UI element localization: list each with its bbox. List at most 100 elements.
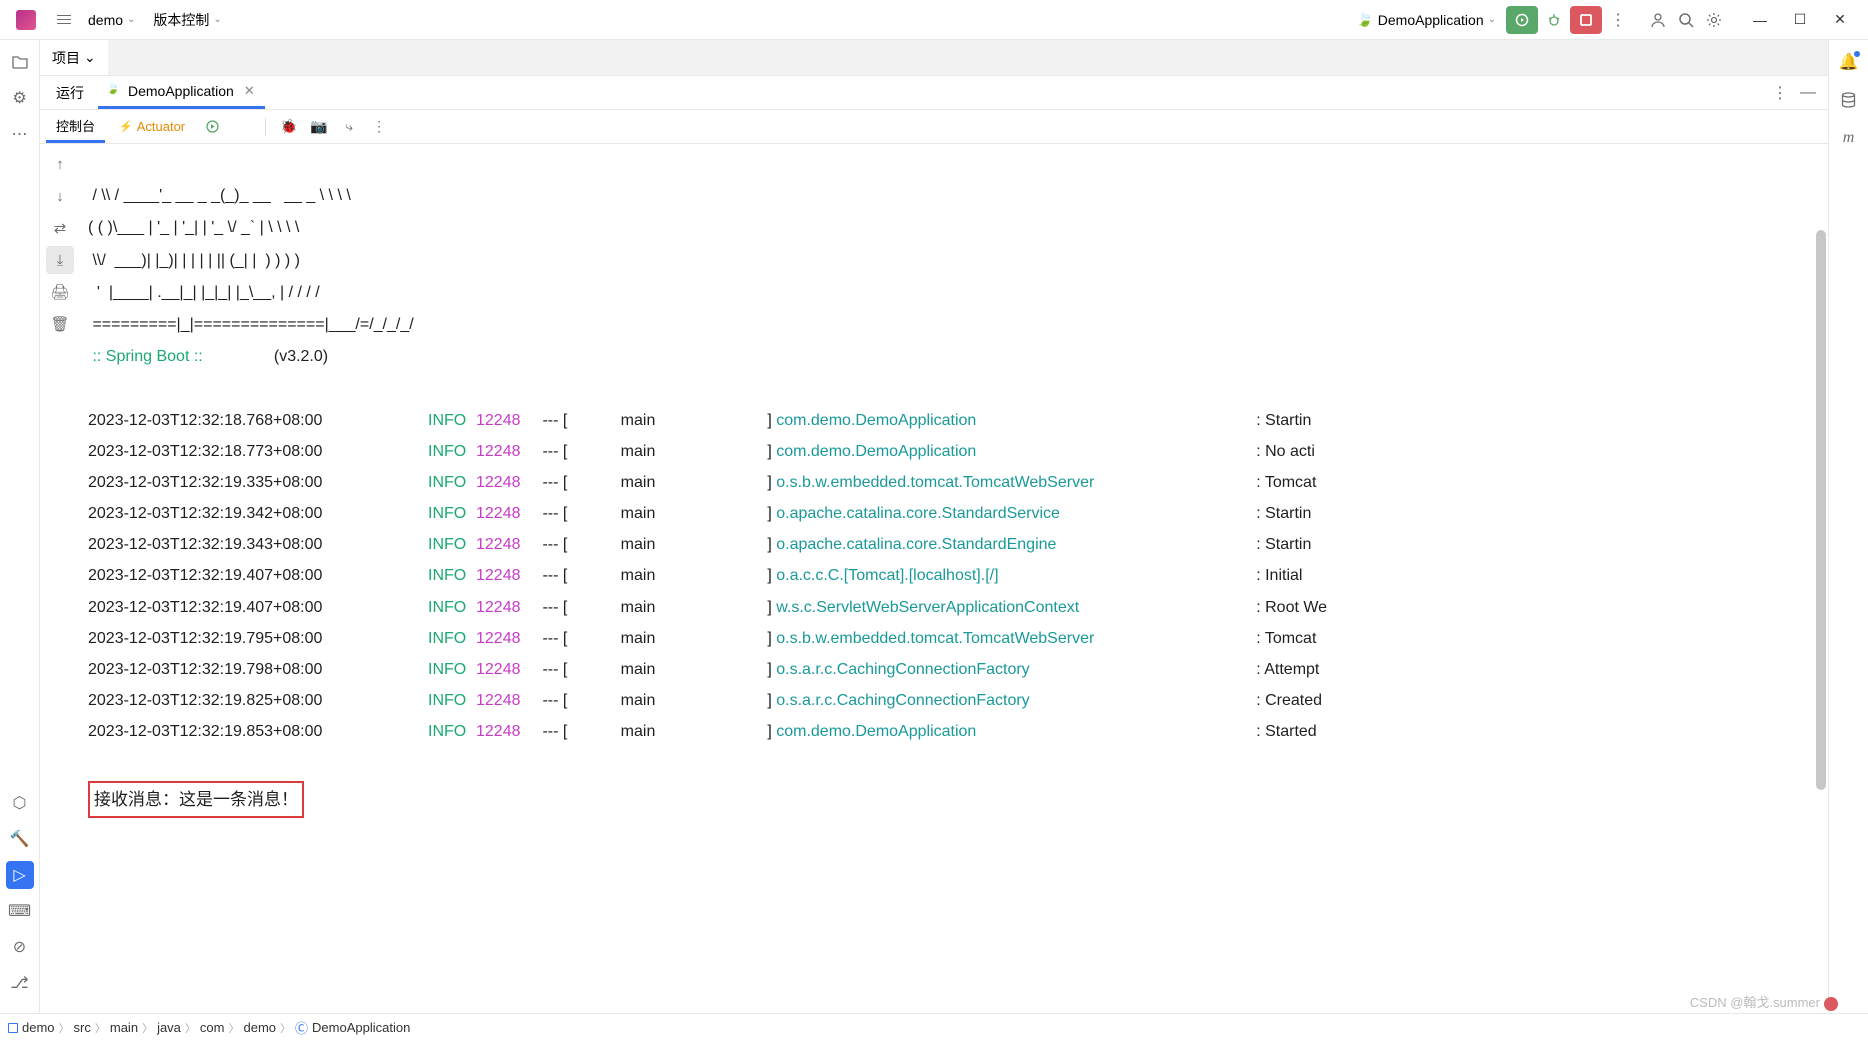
console-gutter: ↑ ↓ ⇄ ⤓ 🖨 🗑: [40, 144, 80, 1013]
breadcrumb-item[interactable]: demo: [243, 1020, 276, 1035]
project-panel-header: 项目 ⌄: [40, 40, 1828, 76]
folder-icon[interactable]: [6, 48, 34, 76]
exit-icon[interactable]: ⤷: [336, 114, 362, 140]
run-tool-icon[interactable]: ▷: [6, 861, 34, 889]
ascii-art-line: ( ( )\___ | '_ | '_| | '_ \/ _` | \ \ \ …: [88, 219, 299, 236]
console-tab[interactable]: 控制台: [46, 110, 105, 143]
ascii-art-line: ' |____| .__|_| |_|_| |_\__, | / / / /: [88, 284, 320, 301]
minimize-button[interactable]: —: [1740, 6, 1780, 34]
main-menu-button[interactable]: [52, 8, 76, 32]
rerun-icon[interactable]: [199, 114, 225, 140]
breadcrumb-item[interactable]: Ⓒ DemoApplication: [295, 1018, 410, 1037]
options-icon[interactable]: ⋮: [1766, 79, 1794, 107]
database-icon[interactable]: [1835, 86, 1863, 114]
run-config-tab[interactable]: DemoApplication ✕: [98, 76, 265, 109]
project-selector[interactable]: demo ⌄: [88, 12, 135, 28]
console-output[interactable]: / \\ / ____'_ __ _ _(_)_ __ __ _ \ \ \ \…: [80, 144, 1828, 1013]
account-icon[interactable]: [1644, 6, 1672, 34]
hammer-icon[interactable]: 🔨: [6, 825, 34, 853]
editor-empty-area: [108, 40, 1828, 75]
log-line: 2023-12-03T12:32:19.342+08:00 INFO 12248…: [88, 498, 1820, 529]
breadcrumb-item[interactable]: com: [200, 1020, 225, 1035]
breadcrumb-item[interactable]: src: [74, 1020, 91, 1035]
scrollbar-thumb[interactable]: [1816, 230, 1826, 790]
stop-button[interactable]: [1570, 6, 1602, 34]
breadcrumb-item[interactable]: main: [110, 1020, 138, 1035]
settings-icon[interactable]: [1700, 6, 1728, 34]
run-config-selector[interactable]: 🍃 DemoApplication ⌄: [1356, 11, 1496, 28]
highlighted-message: 接收消息：这是一条消息！: [88, 781, 304, 818]
actuator-tab[interactable]: Actuator: [109, 110, 195, 143]
vcs-label: 版本控制: [153, 10, 209, 30]
log-line: 2023-12-03T12:32:19.407+08:00 INFO 12248…: [88, 560, 1820, 591]
down-arrow-icon[interactable]: ↓: [46, 182, 74, 210]
run-tool-tabs: 运行 DemoApplication ✕ ⋮ —: [40, 76, 1828, 110]
stop-icon[interactable]: [229, 114, 255, 140]
scroll-to-end-icon[interactable]: ⤓: [46, 246, 74, 274]
log-line: 2023-12-03T12:32:18.768+08:00 INFO 12248…: [88, 405, 1820, 436]
left-tool-rail: ⚙ ⋯ ⬡ 🔨 ▷ ⌨ ⊘ ⎇: [0, 40, 40, 1013]
log-line: 2023-12-03T12:32:18.773+08:00 INFO 12248…: [88, 436, 1820, 467]
more-icon[interactable]: ⋮: [366, 114, 392, 140]
problems-icon[interactable]: ⊘: [6, 933, 34, 961]
chevron-down-icon: ⌄: [127, 14, 135, 25]
spring-leaf-icon: [108, 84, 122, 98]
log-line: 2023-12-03T12:32:19.343+08:00 INFO 12248…: [88, 529, 1820, 560]
chevron-right-icon: 〉: [280, 1020, 291, 1036]
breadcrumb-bar: demo 〉 src 〉 main 〉 java 〉 com 〉 demo 〉 …: [0, 1013, 1868, 1041]
ascii-art-line: \\/ ___)| |_)| | | | | || (_| | ) ) ) ): [88, 252, 300, 269]
chevron-down-icon: ⌄: [1488, 14, 1496, 25]
spring-boot-label: :: Spring Boot ::: [88, 348, 203, 365]
module-icon: [8, 1023, 18, 1033]
debug-icon[interactable]: 🐞: [276, 114, 302, 140]
more-actions-button[interactable]: ⋮: [1604, 6, 1632, 34]
chevron-right-icon: 〉: [228, 1020, 239, 1036]
ascii-art-line: =========|_|==============|___/=/_/_/_/: [88, 316, 414, 333]
titlebar: demo ⌄ 版本控制 ⌄ 🍃 DemoApplication ⌄ ⋮ — ☐ …: [0, 0, 1868, 40]
class-icon: Ⓒ: [295, 1018, 308, 1037]
git-icon[interactable]: ⎇: [6, 969, 34, 997]
log-line: 2023-12-03T12:32:19.335+08:00 INFO 12248…: [88, 467, 1820, 498]
chevron-right-icon: 〉: [59, 1020, 70, 1036]
ascii-art-line: / \\ / ____'_ __ _ _(_)_ __ __ _ \ \ \ \: [88, 187, 351, 204]
hide-icon[interactable]: —: [1794, 79, 1822, 107]
breadcrumb-item[interactable]: demo: [8, 1020, 55, 1035]
log-line: 2023-12-03T12:32:19.407+08:00 INFO 12248…: [88, 592, 1820, 623]
log-line: 2023-12-03T12:32:19.795+08:00 INFO 12248…: [88, 623, 1820, 654]
run-tool-label[interactable]: 运行: [56, 83, 84, 103]
print-icon[interactable]: 🖨: [46, 278, 74, 306]
services-icon[interactable]: ⬡: [6, 789, 34, 817]
notifications-icon[interactable]: 🔔: [1835, 48, 1863, 76]
camera-icon[interactable]: 📷: [306, 114, 332, 140]
close-icon[interactable]: ✕: [244, 83, 255, 99]
chevron-right-icon: 〉: [142, 1020, 153, 1036]
maximize-button[interactable]: ☐: [1780, 6, 1820, 34]
breadcrumb-item[interactable]: java: [157, 1020, 181, 1035]
log-line: 2023-12-03T12:32:19.798+08:00 INFO 12248…: [88, 654, 1820, 685]
structure-icon[interactable]: ⚙: [6, 84, 34, 112]
chevron-down-icon: ⌄: [84, 49, 96, 66]
leaf-icon: 🍃: [1356, 11, 1373, 28]
chevron-right-icon: 〉: [185, 1020, 196, 1036]
chevron-right-icon: 〉: [95, 1020, 106, 1036]
more-icon[interactable]: ⋯: [6, 120, 34, 148]
console-toolbar: 控制台 Actuator 🐞 📷 ⤷ ⋮: [40, 110, 1828, 144]
trash-icon[interactable]: 🗑: [46, 310, 74, 338]
right-tool-rail: 🔔 m: [1828, 40, 1868, 1013]
soft-wrap-icon[interactable]: ⇄: [46, 214, 74, 242]
up-arrow-icon[interactable]: ↑: [46, 150, 74, 178]
maven-icon[interactable]: m: [1835, 124, 1863, 152]
debug-button[interactable]: [1540, 6, 1568, 34]
terminal-icon[interactable]: ⌨: [6, 897, 34, 925]
project-panel-title: 项目: [52, 48, 80, 68]
vcs-menu[interactable]: 版本控制 ⌄: [153, 10, 221, 30]
search-icon[interactable]: [1672, 6, 1700, 34]
project-name-label: demo: [88, 12, 123, 28]
run-config-tab-label: DemoApplication: [128, 83, 234, 99]
project-panel-tab[interactable]: 项目 ⌄: [40, 40, 108, 75]
run-config-label: DemoApplication: [1378, 12, 1484, 28]
run-button[interactable]: [1506, 6, 1538, 34]
close-button[interactable]: ✕: [1820, 6, 1860, 34]
log-line: 2023-12-03T12:32:19.853+08:00 INFO 12248…: [88, 716, 1820, 747]
app-logo-icon: [16, 10, 36, 30]
